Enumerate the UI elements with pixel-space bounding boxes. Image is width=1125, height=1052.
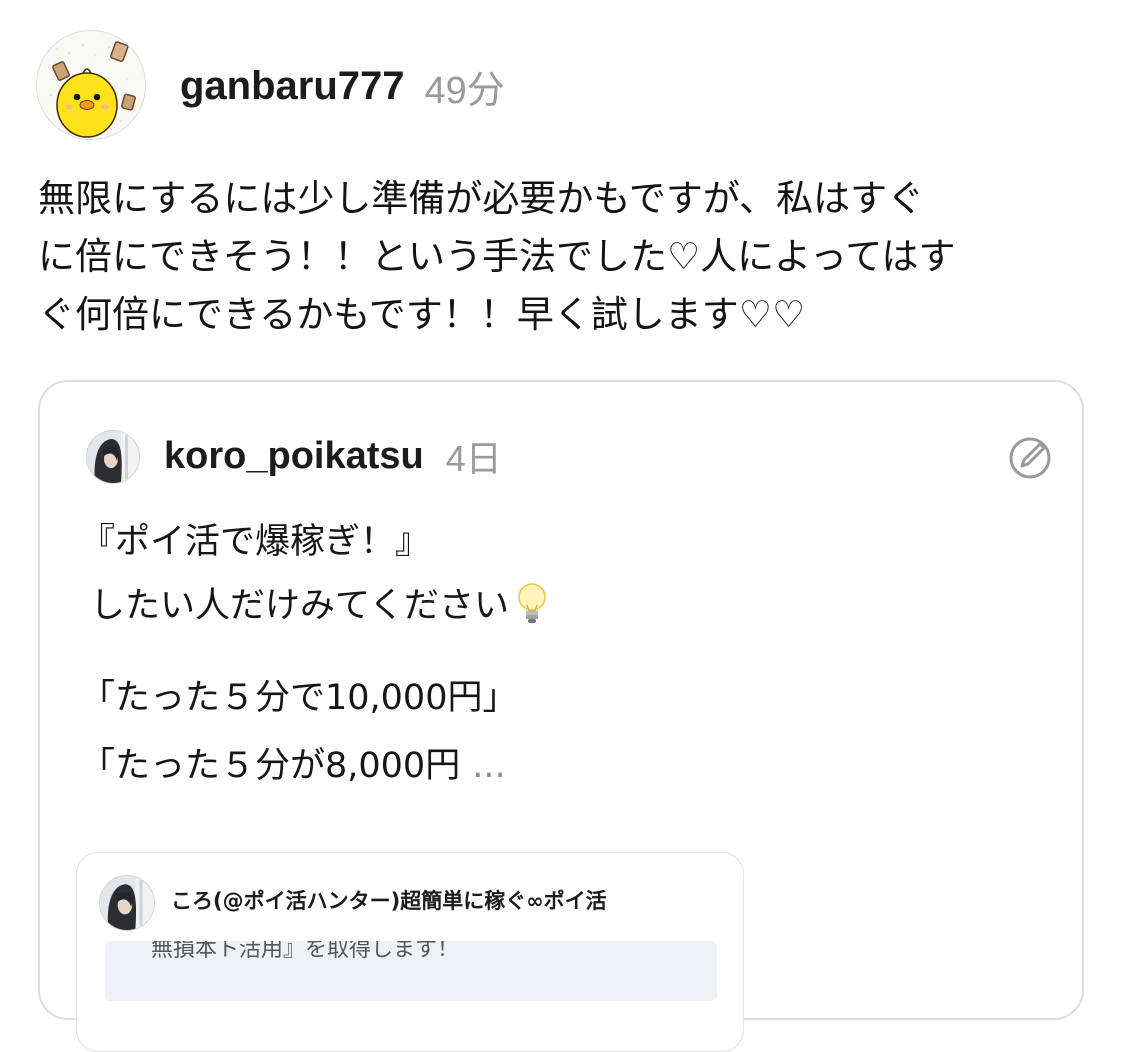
author-avatar[interactable] — [36, 30, 146, 140]
chick-avatar-icon — [37, 31, 145, 139]
quoted-post-card[interactable]: koro_poikatsu 4日 『ポイ活で爆稼ぎ！』 したい人だけみてください… — [38, 380, 1084, 1052]
embed-preview: 無損本ト活用』を取得します！ — [105, 941, 717, 1001]
quoted-author-avatar[interactable] — [86, 430, 140, 484]
quoted-text-line: 「たった５分で10,000円」 — [80, 678, 518, 718]
pen-circle-icon[interactable] — [1006, 434, 1054, 482]
post-body-line: ぐ何倍にできるかもです！！早く試します♡♡ — [38, 293, 806, 336]
post-body: 無限にするには少し準備が必要かもですが、私はすぐ に倍にできそう！！という手法で… — [38, 170, 1098, 344]
post-body-line: に倍にできそう！！という手法でした♡人によってはす — [38, 235, 956, 278]
embed-title: ころ(@ポイ活ハンター)超簡単に稼ぐ∞ポイ活 — [171, 889, 607, 913]
light-bulb-icon — [518, 583, 546, 623]
embed-preview-text: 無損本ト活用』を取得します！ — [151, 941, 460, 962]
user-photo-avatar-icon — [87, 431, 139, 483]
quoted-author-name[interactable]: koro_poikatsu — [164, 435, 424, 478]
user-photo-avatar-icon — [100, 876, 154, 930]
embed-avatar — [99, 875, 155, 931]
truncation-ellipsis[interactable]: ... — [472, 746, 505, 786]
quoted-timestamp: 4日 — [445, 438, 502, 479]
quoted-text-line: 『ポイ活で爆稼ぎ！』 — [80, 522, 431, 562]
post-timestamp: 49分 — [424, 69, 505, 112]
author-row: ganbaru777 49分 — [180, 56, 505, 116]
quoted-text-line-with-ellipsis: 「たった５分が8,000円... — [80, 738, 506, 794]
quoted-text-line: 「たった５分が8,000円 — [80, 746, 461, 786]
quoted-text-line: したい人だけみてください — [90, 586, 509, 626]
author-name[interactable]: ganbaru777 — [180, 64, 405, 109]
post: ganbaru777 49分 無限にするには少し準備が必要かもですが、私はすぐ … — [0, 0, 1125, 1052]
quoted-text-line-with-icon: したい人だけみてください — [90, 578, 549, 634]
quoted-author-row: koro_poikatsu 4日 — [164, 426, 502, 486]
post-body-line: 無限にするには少し準備が必要かもですが、私はすぐ — [38, 177, 925, 220]
embedded-link-card[interactable]: ころ(@ポイ活ハンター)超簡単に稼ぐ∞ポイ活 無損本ト活用』を取得します！ — [76, 852, 744, 1052]
